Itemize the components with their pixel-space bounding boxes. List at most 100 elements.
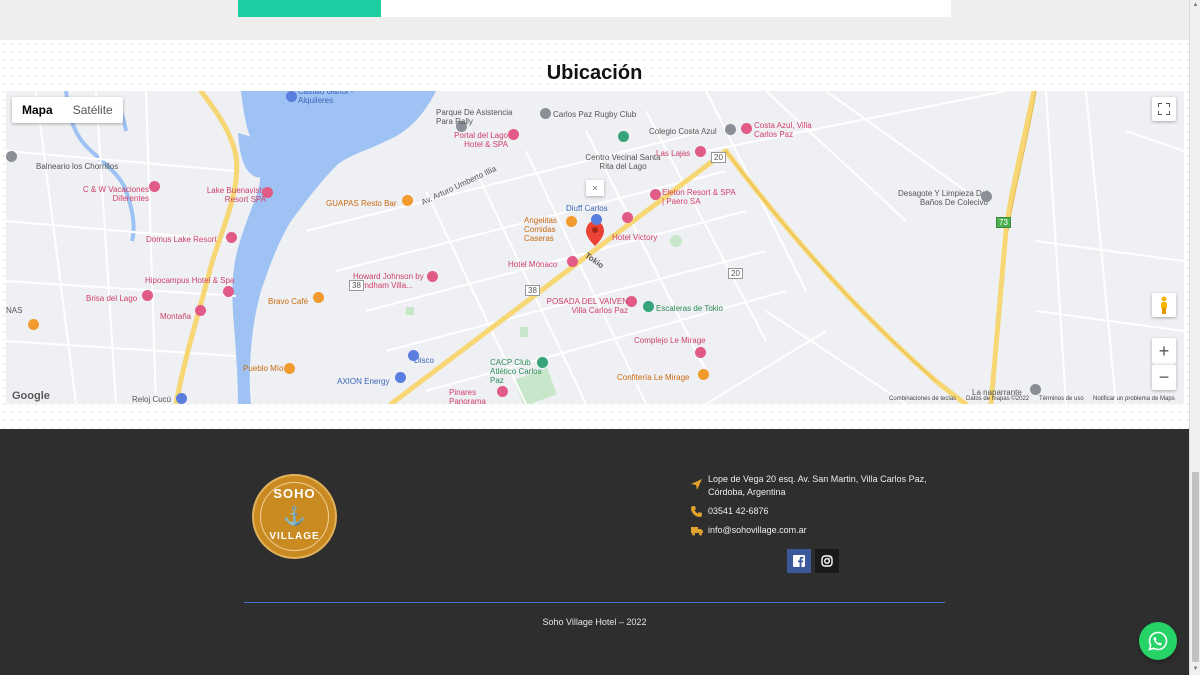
fullscreen-button[interactable] <box>1152 97 1176 121</box>
guapas-label: GUAPAS Resto Bar <box>326 199 397 208</box>
rugby-label: Carlos Paz Rugby Club <box>553 110 637 119</box>
map-type-control: Mapa Satélite <box>12 97 123 123</box>
report-problem-link[interactable]: Notificar un problema de Maps <box>1093 396 1175 402</box>
posada-label: POSADA DEL VAIVEN Villa Carlos Paz <box>546 297 628 315</box>
axion-marker[interactable] <box>395 372 406 383</box>
pueblo-marker[interactable] <box>284 363 295 374</box>
card-accent-bar <box>238 0 381 17</box>
section-title: Ubicación <box>546 62 643 84</box>
montana-label: Montaña <box>160 312 192 321</box>
colegio-label: Colegio Costa Azul <box>649 127 717 136</box>
site-footer: SOHO ⚓ VILLAGE Lope de Vega 20 esq. Av. … <box>0 429 1189 675</box>
google-logo: Google <box>12 390 50 402</box>
google-map[interactable]: Mapa Satélite + − × Castillo Ganot - Alq… <box>6 91 1184 404</box>
bravo-label: Bravo Café <box>268 297 309 306</box>
pueblo-label: Pueblo Mío <box>243 364 284 373</box>
fullscreen-icon <box>1158 103 1170 115</box>
complejo-marker[interactable] <box>695 347 706 358</box>
castillo-label: Castillo Ganot - Alquileres <box>298 91 354 105</box>
balneario-marker[interactable] <box>6 151 17 162</box>
soho-village-logo[interactable]: SOHO ⚓ VILLAGE <box>252 474 337 559</box>
whatsapp-button[interactable] <box>1139 622 1177 660</box>
centro-marker[interactable] <box>618 131 629 142</box>
reloj-label: Reloj Cucú <box>132 395 172 404</box>
previous-section-strip <box>0 0 1189 40</box>
costa-azul-label: Costa Azul, Villa Carlos Paz <box>754 121 812 139</box>
eleton-label: Eleton Resort & SPA | Paero SA <box>662 188 736 206</box>
hipocampus-marker[interactable] <box>223 286 234 297</box>
facebook-button[interactable] <box>787 549 811 573</box>
logo-text-bottom: VILLAGE <box>269 531 320 542</box>
parque-label: Parque De Asistencia Para Rally <box>436 108 513 126</box>
logo-text-top: SOHO <box>273 486 316 501</box>
victory-marker[interactable] <box>622 212 633 223</box>
monaco-label: Hotel Mónaco <box>508 260 558 269</box>
info-window-close-button[interactable]: × <box>586 180 604 196</box>
colegio-marker[interactable] <box>725 124 736 135</box>
email-text[interactable]: info@sohovillage.com.ar <box>708 524 807 537</box>
terms-link[interactable]: Términos de uso <box>1039 396 1084 402</box>
phone-icon <box>691 506 703 518</box>
keyboard-shortcuts-link[interactable]: Combinaciones de teclas <box>889 396 956 402</box>
escaleras-marker[interactable] <box>643 301 654 312</box>
cacp-marker[interactable] <box>537 357 548 368</box>
eleton-marker[interactable] <box>650 189 661 200</box>
street-view-pegman-button[interactable] <box>1152 293 1176 317</box>
costa-azul-marker[interactable] <box>741 123 752 134</box>
scroll-up-arrow-icon[interactable]: ▲ <box>1190 0 1200 11</box>
facebook-icon <box>793 555 805 567</box>
cw-marker[interactable] <box>149 181 160 192</box>
confiteria-marker[interactable] <box>698 369 709 380</box>
address-item: Lope de Vega 20 esq. Av. San Martin, Vil… <box>691 473 931 501</box>
howard-label: Howard Johnson by Wyndham Villa... <box>353 272 424 290</box>
scrollbar-thumb[interactable] <box>1192 472 1199 662</box>
las-lajas-label: Las Lajas <box>656 149 691 158</box>
diuff-label: Diuff Carlos <box>566 204 608 213</box>
disco-marker[interactable] <box>408 350 419 361</box>
castillo-marker[interactable] <box>286 91 297 102</box>
footer-divider <box>244 602 945 603</box>
desagote-marker[interactable] <box>981 191 992 202</box>
brisa-marker[interactable] <box>142 290 153 301</box>
monaco-marker[interactable] <box>567 256 578 267</box>
anchor-icon: ⚓ <box>283 506 306 526</box>
whatsapp-icon <box>1148 631 1168 651</box>
rugby-marker[interactable] <box>540 108 551 119</box>
pinares-marker[interactable] <box>497 386 508 397</box>
montana-marker[interactable] <box>195 305 206 316</box>
bravo-marker[interactable] <box>313 292 324 303</box>
map-base-layer <box>6 91 1184 404</box>
map-type-mapa-button[interactable]: Mapa <box>12 97 63 123</box>
portal-marker[interactable] <box>508 129 519 140</box>
truck-mail-icon <box>691 525 703 537</box>
lake-buenavista-marker[interactable] <box>262 187 273 198</box>
lake-buenavista-label: Lake Buenavista Resort SPA <box>206 186 266 204</box>
copyright-text: Soho Village Hotel – 2022 <box>542 617 647 627</box>
zoom-out-button[interactable]: − <box>1152 364 1176 390</box>
domus-label: Domus Lake Resort <box>146 235 217 244</box>
instagram-button[interactable] <box>815 549 839 573</box>
map-type-satellite-button[interactable]: Satélite <box>63 97 123 123</box>
domus-marker[interactable] <box>226 232 237 243</box>
scroll-down-arrow-icon[interactable]: ▼ <box>1190 664 1200 675</box>
naparrante-marker[interactable] <box>1030 384 1041 395</box>
zoom-in-button[interactable]: + <box>1152 338 1176 364</box>
route-38-a: 38 <box>525 285 540 296</box>
cw-label: C & W Vacaciones Diferentes <box>82 185 149 203</box>
brisa-label: Brisa del Lago <box>86 294 138 303</box>
portal-label: Portal del Lago Hotel & SPA <box>454 131 508 149</box>
guapas-marker[interactable] <box>402 195 413 206</box>
nas-label: NAS <box>6 306 23 315</box>
phone-item: 03541 42-6876 <box>691 505 931 519</box>
howard-marker[interactable] <box>427 271 438 282</box>
las-lajas-marker[interactable] <box>695 146 706 157</box>
route-20-b: 20 <box>728 268 743 279</box>
address-text: Lope de Vega 20 esq. Av. San Martin, Vil… <box>708 474 927 497</box>
phone-text[interactable]: 03541 42-6876 <box>708 505 769 518</box>
route-73: 73 <box>996 217 1011 228</box>
angelitas-marker[interactable] <box>566 216 577 227</box>
reloj-marker[interactable] <box>176 393 187 404</box>
page-scrollbar[interactable]: ▲ ▼ <box>1189 0 1200 675</box>
diuff-marker[interactable] <box>591 214 602 225</box>
cafe-marker[interactable] <box>28 319 39 330</box>
